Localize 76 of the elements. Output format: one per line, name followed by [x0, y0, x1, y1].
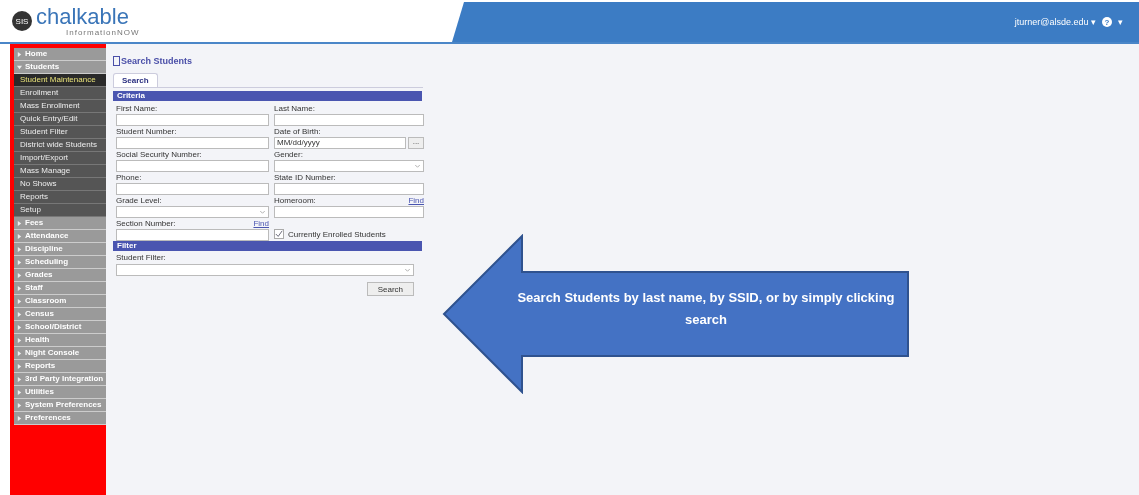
menu-item[interactable]: Staff — [25, 282, 43, 294]
field-label: Phone: — [116, 173, 142, 182]
input-field[interactable] — [116, 229, 269, 241]
field-label: State ID Number: — [274, 173, 336, 182]
submenu-item[interactable]: Reports — [14, 191, 106, 204]
dropdown[interactable] — [274, 160, 424, 172]
expand-icon[interactable] — [17, 376, 22, 382]
submenu-item[interactable]: District wide Students — [14, 139, 106, 152]
expand-icon[interactable] — [17, 311, 22, 317]
date-field[interactable]: MM/dd/yyyy — [274, 137, 406, 149]
field-label: Homeroom: — [274, 196, 316, 205]
checkbox-label: Currently Enrolled Students — [288, 229, 386, 239]
field-label: First Name: — [116, 104, 158, 113]
expand-icon[interactable] — [17, 415, 22, 421]
field-label: Section Number: — [116, 219, 176, 228]
submenu-item[interactable]: Quick Entry/Edit — [14, 113, 106, 126]
callout-text: Search Students by last name, by SSID, or by simply clicking search — [516, 289, 896, 329]
submenu-item[interactable]: Mass Manage — [14, 165, 106, 178]
input-field[interactable] — [274, 114, 424, 126]
submenu-item[interactable]: Student Filter — [14, 126, 106, 139]
help-caret[interactable]: ▾ — [1118, 17, 1123, 27]
dropdown[interactable] — [116, 264, 414, 276]
expand-icon[interactable] — [17, 285, 22, 291]
expand-icon[interactable] — [17, 246, 22, 252]
input-field[interactable] — [116, 114, 269, 126]
help-icon[interactable]: ? — [1102, 17, 1112, 27]
expand-icon[interactable] — [17, 233, 22, 239]
find-link[interactable]: Find — [408, 196, 424, 205]
user-menu[interactable]: jturner@alsde.edu ▾ — [1014, 17, 1096, 27]
expand-icon[interactable] — [17, 220, 22, 226]
find-link[interactable]: Find — [253, 219, 269, 228]
input-field[interactable] — [274, 206, 424, 218]
caret-icon — [415, 165, 420, 168]
caret-icon — [405, 269, 410, 272]
input-field[interactable] — [116, 160, 269, 172]
menu-item[interactable]: Fees — [25, 217, 44, 229]
field-label: Social Security Number: — [116, 150, 202, 159]
caret-icon — [260, 211, 265, 214]
tab[interactable]: Search — [113, 73, 158, 87]
input-field[interactable] — [116, 183, 269, 195]
page-title: Search Students — [121, 56, 193, 66]
expand-icon[interactable] — [17, 259, 22, 265]
input-field[interactable] — [116, 137, 269, 149]
field-label: Grade Level: — [116, 196, 162, 205]
section-header: Criteria — [113, 91, 422, 101]
submenu-item[interactable]: Mass Enrollment — [14, 100, 106, 113]
expand-icon[interactable] — [17, 337, 22, 343]
logo-tagline: InformationNOW — [65, 27, 140, 37]
submenu-item[interactable]: Setup — [14, 204, 106, 217]
expand-icon[interactable] — [17, 350, 22, 356]
field-label: Gender: — [274, 150, 303, 159]
expand-icon[interactable] — [17, 402, 22, 408]
checkbox[interactable] — [274, 229, 284, 239]
dropdown[interactable] — [116, 206, 269, 218]
submenu-item[interactable]: No Shows — [14, 178, 106, 191]
logo-wordmark: chalkable — [36, 5, 130, 28]
submenu-item[interactable]: Student Maintenance — [14, 74, 106, 87]
field-label: Date of Birth: — [274, 127, 321, 136]
expand-icon[interactable] — [17, 51, 22, 57]
expand-icon[interactable] — [17, 298, 22, 304]
search-button[interactable]: Search — [366, 282, 414, 296]
expand-icon[interactable] — [17, 389, 22, 395]
field-label: Student Number: — [116, 127, 177, 136]
field-label: Student Filter: — [116, 253, 167, 262]
expand-icon[interactable] — [17, 272, 22, 278]
logo-badge: SIS — [12, 11, 32, 31]
page-icon — [113, 56, 120, 66]
collapse-icon[interactable] — [17, 64, 22, 70]
submenu-item[interactable]: Import/Export — [14, 152, 106, 165]
expand-icon[interactable] — [17, 363, 22, 369]
expand-icon[interactable] — [17, 324, 22, 330]
date-picker-button[interactable]: ... — [408, 137, 424, 149]
section-header: Filter — [113, 241, 422, 251]
field-label: Last Name: — [274, 104, 315, 113]
submenu-item[interactable]: Enrollment — [14, 87, 106, 100]
input-field[interactable] — [274, 183, 424, 195]
